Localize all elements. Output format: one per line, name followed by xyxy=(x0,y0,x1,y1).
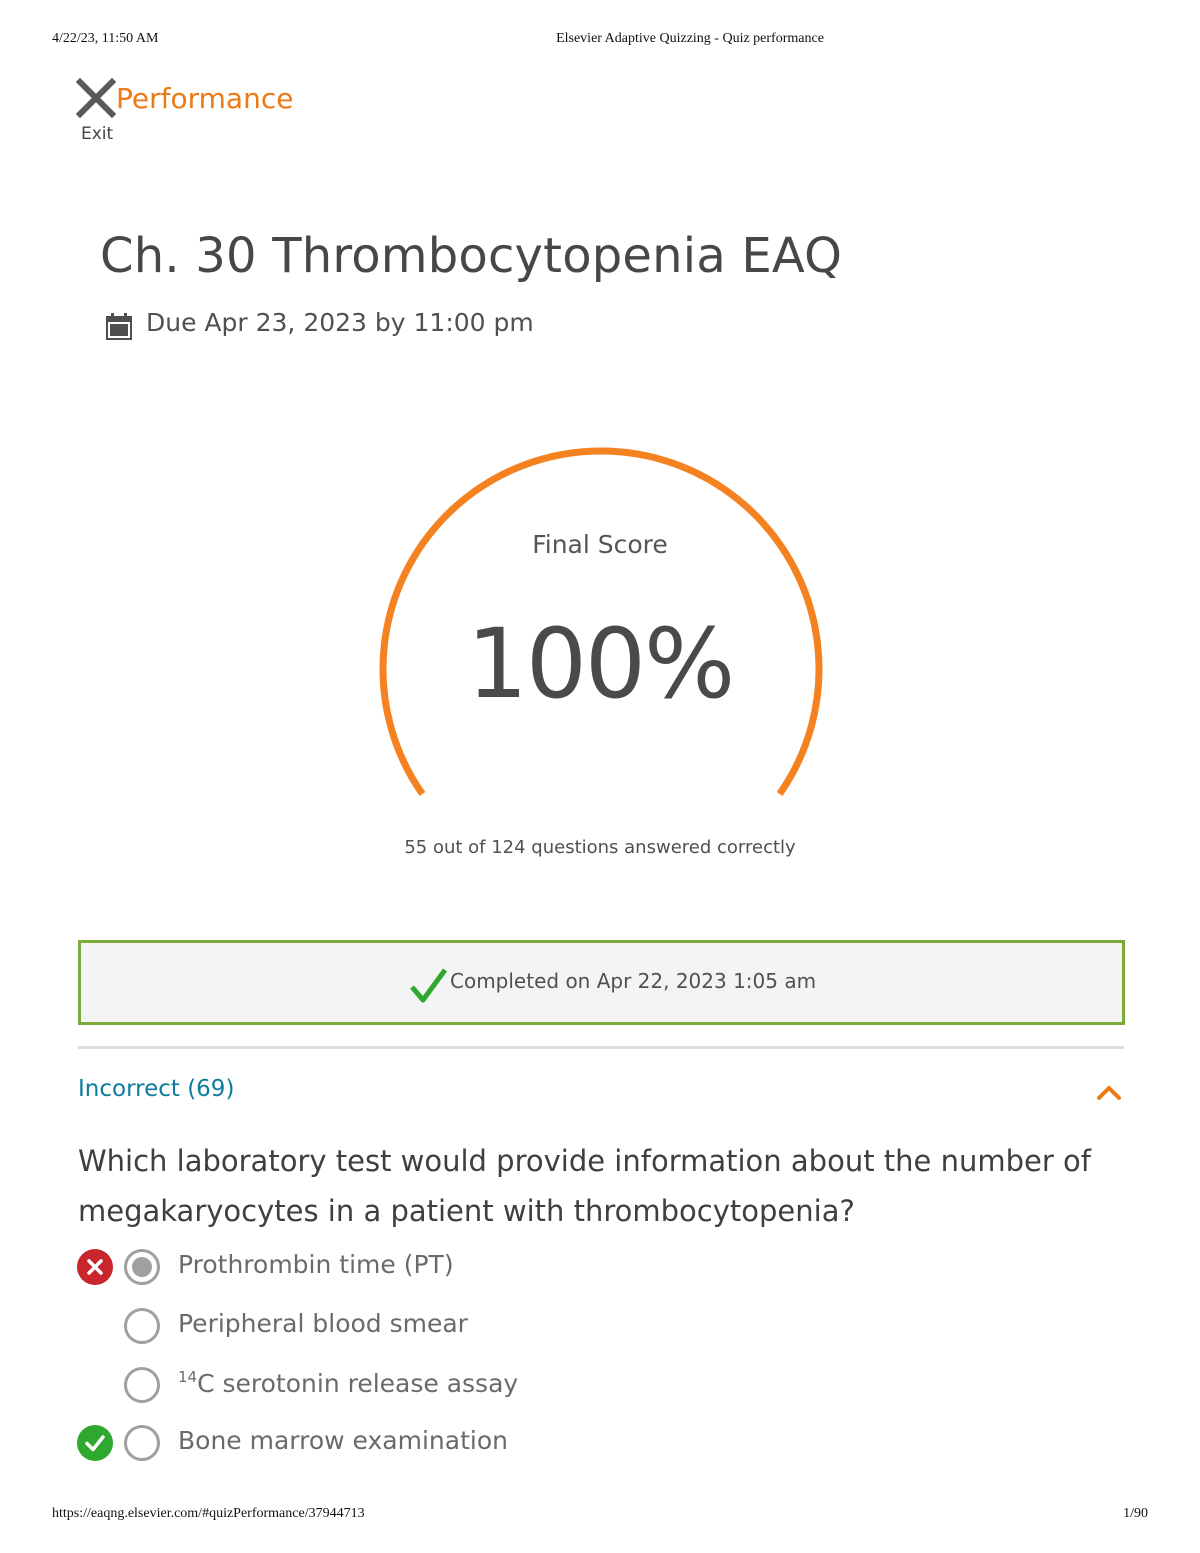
print-footer-url: https://eaqng.elsevier.com/#quizPerforma… xyxy=(52,1506,365,1521)
radio-unselected[interactable] xyxy=(123,1307,161,1345)
final-score-value: 100% xyxy=(466,608,735,720)
radio-unselected[interactable] xyxy=(123,1366,161,1404)
due-date: Due Apr 23, 2023 by 11:00 pm xyxy=(146,308,534,337)
quiz-title: Ch. 30 Thrombocytopenia EAQ xyxy=(100,228,843,284)
print-header-title: Elsevier Adaptive Quizzing - Quiz perfor… xyxy=(556,31,824,46)
completion-text: Completed on Apr 22, 2023 1:05 am xyxy=(450,969,817,993)
correct-icon xyxy=(77,1425,113,1461)
question-text: Which laboratory test would provide info… xyxy=(78,1144,1091,1228)
incorrect-section-label: Incorrect (69) xyxy=(78,1076,235,1102)
answer-option-label: Peripheral blood smear xyxy=(178,1309,468,1338)
radio-unselected[interactable] xyxy=(123,1424,161,1462)
close-icon xyxy=(76,78,116,118)
exit-label: Exit xyxy=(81,124,114,144)
questions-correct-summary: 55 out of 124 questions answered correct… xyxy=(404,837,796,858)
print-footer-page: 1/90 xyxy=(1123,1506,1148,1521)
incorrect-section-toggle[interactable]: Incorrect (69) xyxy=(78,1072,1124,1112)
incorrect-icon xyxy=(77,1249,113,1285)
exit-button[interactable]: Performance Exit xyxy=(76,76,316,152)
answer-option-text: C serotonin release assay xyxy=(197,1369,519,1398)
answer-option[interactable]: 14C serotonin release assay xyxy=(76,1363,876,1407)
answer-option[interactable]: Peripheral blood smear xyxy=(76,1304,876,1348)
radio-selected[interactable] xyxy=(123,1248,161,1286)
answer-option[interactable]: Prothrombin time (PT) xyxy=(76,1245,876,1289)
calendar-icon xyxy=(106,313,132,340)
section-divider xyxy=(78,1046,1124,1049)
completion-banner: Completed on Apr 22, 2023 1:05 am xyxy=(78,940,1125,1025)
answer-option-label: 14C serotonin release assay xyxy=(178,1368,518,1398)
answer-option[interactable]: Bone marrow examination xyxy=(76,1421,876,1465)
performance-title: Performance xyxy=(116,82,294,115)
chevron-up-icon xyxy=(1097,1086,1121,1100)
isotope-superscript: 14 xyxy=(178,1368,198,1386)
check-icon xyxy=(410,968,448,1003)
answer-option-label: Prothrombin time (PT) xyxy=(178,1250,454,1279)
final-score-label: Final Score xyxy=(532,530,668,559)
answer-option-label: Bone marrow examination xyxy=(178,1426,508,1455)
